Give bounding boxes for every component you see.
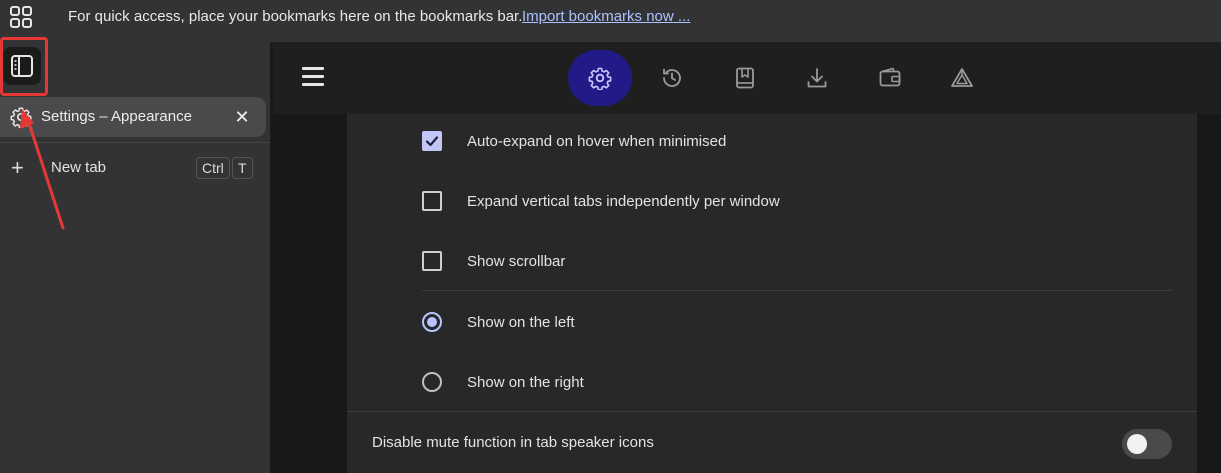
apps-grid-icon[interactable] — [10, 6, 32, 28]
check-icon — [425, 136, 439, 147]
new-tab-label: New tab — [51, 159, 107, 176]
toggle-knob — [1127, 434, 1147, 454]
sidebar-separator — [0, 142, 270, 143]
auto-expand-label[interactable]: Auto-expand on hover when minimised — [467, 133, 726, 150]
settings-icon — [588, 67, 612, 90]
show-on-left-label[interactable]: Show on the left — [467, 314, 575, 331]
show-on-right-radio[interactable] — [422, 372, 442, 392]
options-divider — [422, 290, 1172, 291]
show-scrollbar-label[interactable]: Show scrollbar — [467, 253, 565, 270]
settings-toolbar-button[interactable] — [568, 50, 632, 106]
close-tab-icon[interactable]: ✕ — [234, 107, 250, 127]
leo-toolbar-button[interactable] — [934, 50, 990, 106]
history-icon — [663, 68, 681, 87]
expand-independently-checkbox[interactable] — [422, 191, 442, 211]
settings-card — [347, 114, 1197, 473]
bookmarks-bar: For quick access, place your bookmarks h… — [0, 0, 1221, 42]
gear-icon — [10, 107, 32, 128]
show-on-left-radio[interactable] — [422, 312, 442, 332]
show-on-right-label[interactable]: Show on the right — [467, 374, 584, 391]
new-tab-button[interactable]: + New tab Ctrl T — [0, 152, 266, 186]
bookmarks-bar-message: For quick access, place your bookmarks h… — [68, 8, 523, 25]
expand-independently-label[interactable]: Expand vertical tabs independently per w… — [467, 193, 780, 210]
sidebar-toggle-button[interactable] — [3, 47, 41, 85]
sidebar-panel-icon — [11, 55, 33, 77]
disable-mute-toggle[interactable] — [1122, 429, 1172, 459]
section-divider — [347, 411, 1197, 412]
show-scrollbar-checkbox[interactable] — [422, 251, 442, 271]
downloads-icon — [807, 68, 827, 88]
disable-mute-label: Disable mute function in tab speaker ico… — [372, 434, 654, 451]
menu-icon[interactable] — [302, 67, 324, 87]
wallet-icon — [879, 67, 901, 87]
auto-expand-checkbox[interactable] — [422, 131, 442, 151]
tab-title: Settings – Appearance — [41, 108, 192, 125]
bookmarks-icon — [736, 67, 754, 89]
downloads-toolbar-button[interactable] — [789, 50, 845, 106]
leo-icon — [951, 68, 973, 87]
wallet-toolbar-button[interactable] — [862, 50, 918, 106]
history-toolbar-button[interactable] — [644, 50, 700, 106]
shortcut-t-key: T — [232, 157, 253, 179]
shortcut-ctrl-key: Ctrl — [196, 157, 230, 179]
import-bookmarks-link[interactable]: Import bookmarks now ... — [522, 8, 690, 25]
bookmarks-toolbar-button[interactable] — [717, 50, 773, 106]
tab-settings-appearance[interactable]: Settings – Appearance ✕ — [0, 97, 266, 137]
plus-icon: + — [11, 155, 24, 180]
